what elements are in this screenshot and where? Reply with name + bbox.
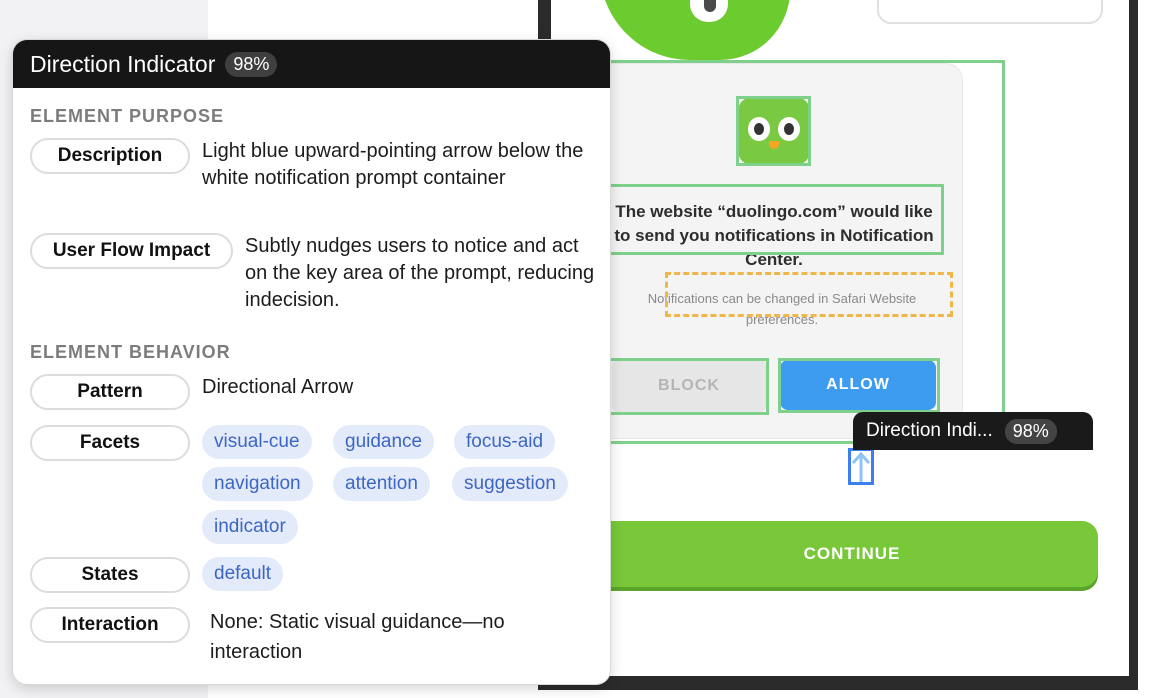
overlay-label: Direction Indi... 98% <box>853 412 1093 450</box>
interaction-value: None: Static visual guidance—no interact… <box>210 607 595 667</box>
overlay-confidence-badge: 98% <box>1004 418 1057 444</box>
user-flow-impact-value: Subtly nudges users to notice and act on… <box>245 235 595 311</box>
arrow-up-icon <box>851 451 871 482</box>
highlight-app-icon <box>736 96 811 166</box>
state-tag: default <box>202 557 284 591</box>
element-info-card: Direction Indicator 98% ELEMENT PURPOSE … <box>13 40 610 684</box>
continue-button[interactable]: CONTINUE <box>560 521 1098 587</box>
highlight-prompt-title <box>600 184 944 255</box>
states-label: States <box>30 557 190 593</box>
facet-tag: navigation <box>202 467 313 501</box>
confidence-badge: 98% <box>225 51 278 77</box>
section-element-behavior: ELEMENT BEHAVIOR <box>30 342 231 362</box>
description-value: Light blue upward-pointing arrow below t… <box>202 140 584 189</box>
highlight-block-button <box>600 358 769 415</box>
description-label: Description <box>30 138 190 174</box>
pattern-label: Pattern <box>30 374 190 410</box>
highlight-allow-button <box>778 358 940 413</box>
interaction-prefix: None: <box>210 611 264 633</box>
section-element-purpose: ELEMENT PURPOSE <box>30 106 225 126</box>
card-header: Direction Indicator 98% <box>13 40 610 88</box>
highlight-prompt-subtitle <box>665 272 953 317</box>
card-title: Direction Indicator <box>30 50 216 77</box>
facet-tag: indicator <box>202 510 298 544</box>
facet-tag: guidance <box>333 425 435 459</box>
facet-tag: focus-aid <box>454 425 556 459</box>
facet-tag: visual-cue <box>202 425 312 459</box>
pattern-value: Directional Arrow <box>202 376 354 398</box>
facet-tag: suggestion <box>452 467 568 501</box>
interaction-label: Interaction <box>30 607 190 643</box>
facets-label: Facets <box>30 425 190 461</box>
facet-tag: attention <box>333 467 430 501</box>
user-flow-impact-label: User Flow Impact <box>30 233 233 269</box>
speech-bubble <box>877 0 1103 24</box>
overlay-label-text: Direction Indi... <box>866 420 993 441</box>
